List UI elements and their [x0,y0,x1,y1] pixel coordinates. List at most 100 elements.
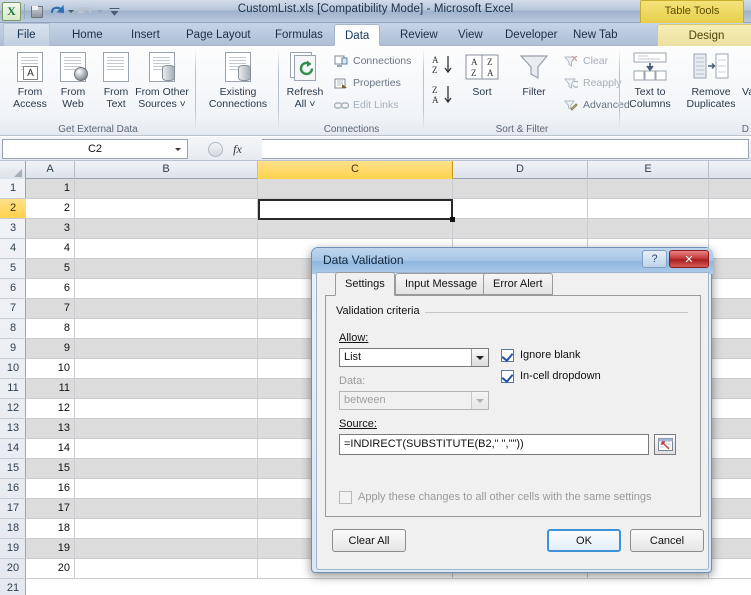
insert-function-icon[interactable]: fx [233,142,242,157]
from-other-sources-button[interactable]: From Other Sources ˅ [128,49,196,119]
cell-B15[interactable] [75,439,258,459]
tab-new-tab[interactable]: New Tab [563,24,628,46]
cell-B10[interactable] [75,339,258,359]
cell-B5[interactable] [75,239,258,259]
cell-A17[interactable]: 16 [26,479,75,499]
cell-F2[interactable] [709,179,751,199]
cell-B4[interactable] [75,219,258,239]
dialog-close-button[interactable]: ✕ [669,250,709,268]
edit-links-button[interactable]: Edit Links [333,96,399,114]
row-header-8[interactable]: 8 [0,319,26,339]
cell-B19[interactable] [75,519,258,539]
tab-design[interactable]: Design [657,24,751,46]
cell-B11[interactable] [75,359,258,379]
cell-F10[interactable] [709,339,751,359]
apply-all-checkbox[interactable] [339,491,352,504]
cell-B3[interactable] [75,199,258,219]
tab-page-layout[interactable]: Page Layout [176,24,261,46]
sort-button[interactable]: AZZA Sort [457,49,507,119]
row-header-13[interactable]: 13 [0,419,26,439]
cell-A11[interactable]: 10 [26,359,75,379]
cell-D2[interactable] [453,179,588,199]
cell-E2[interactable] [588,179,709,199]
properties-button[interactable]: Properties [333,74,401,92]
row-header-10[interactable]: 10 [0,359,26,379]
row-header-11[interactable]: 11 [0,379,26,399]
table-row[interactable]: 3 [26,219,751,239]
cell-B14[interactable] [75,419,258,439]
row-header-14[interactable]: 14 [0,439,26,459]
cell-A14[interactable]: 13 [26,419,75,439]
row-header-9[interactable]: 9 [0,339,26,359]
tab-developer[interactable]: Developer [495,24,567,46]
cell-A7[interactable]: 6 [26,279,75,299]
tab-view[interactable]: View [448,24,493,46]
cell-F9[interactable] [709,319,751,339]
insert-function-round-button[interactable] [208,141,224,157]
cell-F7[interactable] [709,279,751,299]
cell-F13[interactable] [709,399,751,419]
row-header-12[interactable]: 12 [0,399,26,419]
cell-B13[interactable] [75,399,258,419]
data-validation-button[interactable]: Va [742,49,751,119]
sort-ascending-button[interactable]: AZ [431,53,455,79]
cell-B8[interactable] [75,299,258,319]
remove-duplicates-button[interactable]: Remove Duplicates [680,49,742,119]
cell-F16[interactable] [709,459,751,479]
row-header-1[interactable]: 1 [0,179,26,199]
cell-E4[interactable] [588,219,709,239]
dialog-help-button[interactable]: ? [642,250,667,268]
clear-filter-button[interactable]: Clear [563,52,608,70]
table-row[interactable]: 2 [26,199,751,219]
cell-F20[interactable] [709,539,751,559]
cell-F8[interactable] [709,299,751,319]
cell-A10[interactable]: 9 [26,339,75,359]
cell-A3[interactable]: 2 [26,199,75,219]
allow-dropdown-icon[interactable] [471,349,488,366]
in-cell-dropdown-checkbox[interactable] [501,370,514,383]
tab-file[interactable]: File [3,23,50,46]
cell-C4[interactable] [258,219,453,239]
text-to-columns-button[interactable]: Text to Columns [622,49,678,119]
table-row[interactable]: 1 [26,179,751,199]
data-combobox[interactable]: between [339,391,489,410]
cell-F5[interactable] [709,239,751,259]
data-dropdown-icon[interactable] [471,392,488,409]
cell-B16[interactable] [75,459,258,479]
cell-A15[interactable]: 14 [26,439,75,459]
row-header-15[interactable]: 15 [0,459,26,479]
cell-B2[interactable] [75,179,258,199]
cell-B9[interactable] [75,319,258,339]
row-header-19[interactable]: 19 [0,539,26,559]
cell-B17[interactable] [75,479,258,499]
cell-A16[interactable]: 15 [26,459,75,479]
source-input[interactable]: =INDIRECT(SUBSTITUTE(B2," ","")) [339,434,649,455]
cell-F12[interactable] [709,379,751,399]
row-header-3[interactable]: 3 [0,219,26,239]
cell-A12[interactable]: 11 [26,379,75,399]
cell-F3[interactable] [709,199,751,219]
cell-F18[interactable] [709,499,751,519]
row-header-4[interactable]: 4 [0,239,26,259]
cell-B6[interactable] [75,259,258,279]
column-header-f[interactable] [709,161,751,179]
row-header-18[interactable]: 18 [0,519,26,539]
cell-C3[interactable] [258,199,453,219]
fill-handle[interactable] [450,217,455,222]
cell-F19[interactable] [709,519,751,539]
allow-combobox[interactable]: List [339,348,489,367]
cell-E3[interactable] [588,199,709,219]
cell-A18[interactable]: 17 [26,499,75,519]
cell-C2[interactable] [258,179,453,199]
refresh-all-button[interactable]: Refresh All ˅ [281,49,329,119]
formula-input[interactable] [262,139,749,159]
cell-F4[interactable] [709,219,751,239]
cell-A21[interactable]: 20 [26,559,75,579]
cell-A5[interactable]: 4 [26,239,75,259]
cell-D3[interactable] [453,199,588,219]
dialog-tab-error-alert[interactable]: Error Alert [483,273,553,295]
column-header-e[interactable]: E [588,161,709,179]
cell-F14[interactable] [709,419,751,439]
cell-A8[interactable]: 7 [26,299,75,319]
tab-data[interactable]: Data [334,24,381,46]
